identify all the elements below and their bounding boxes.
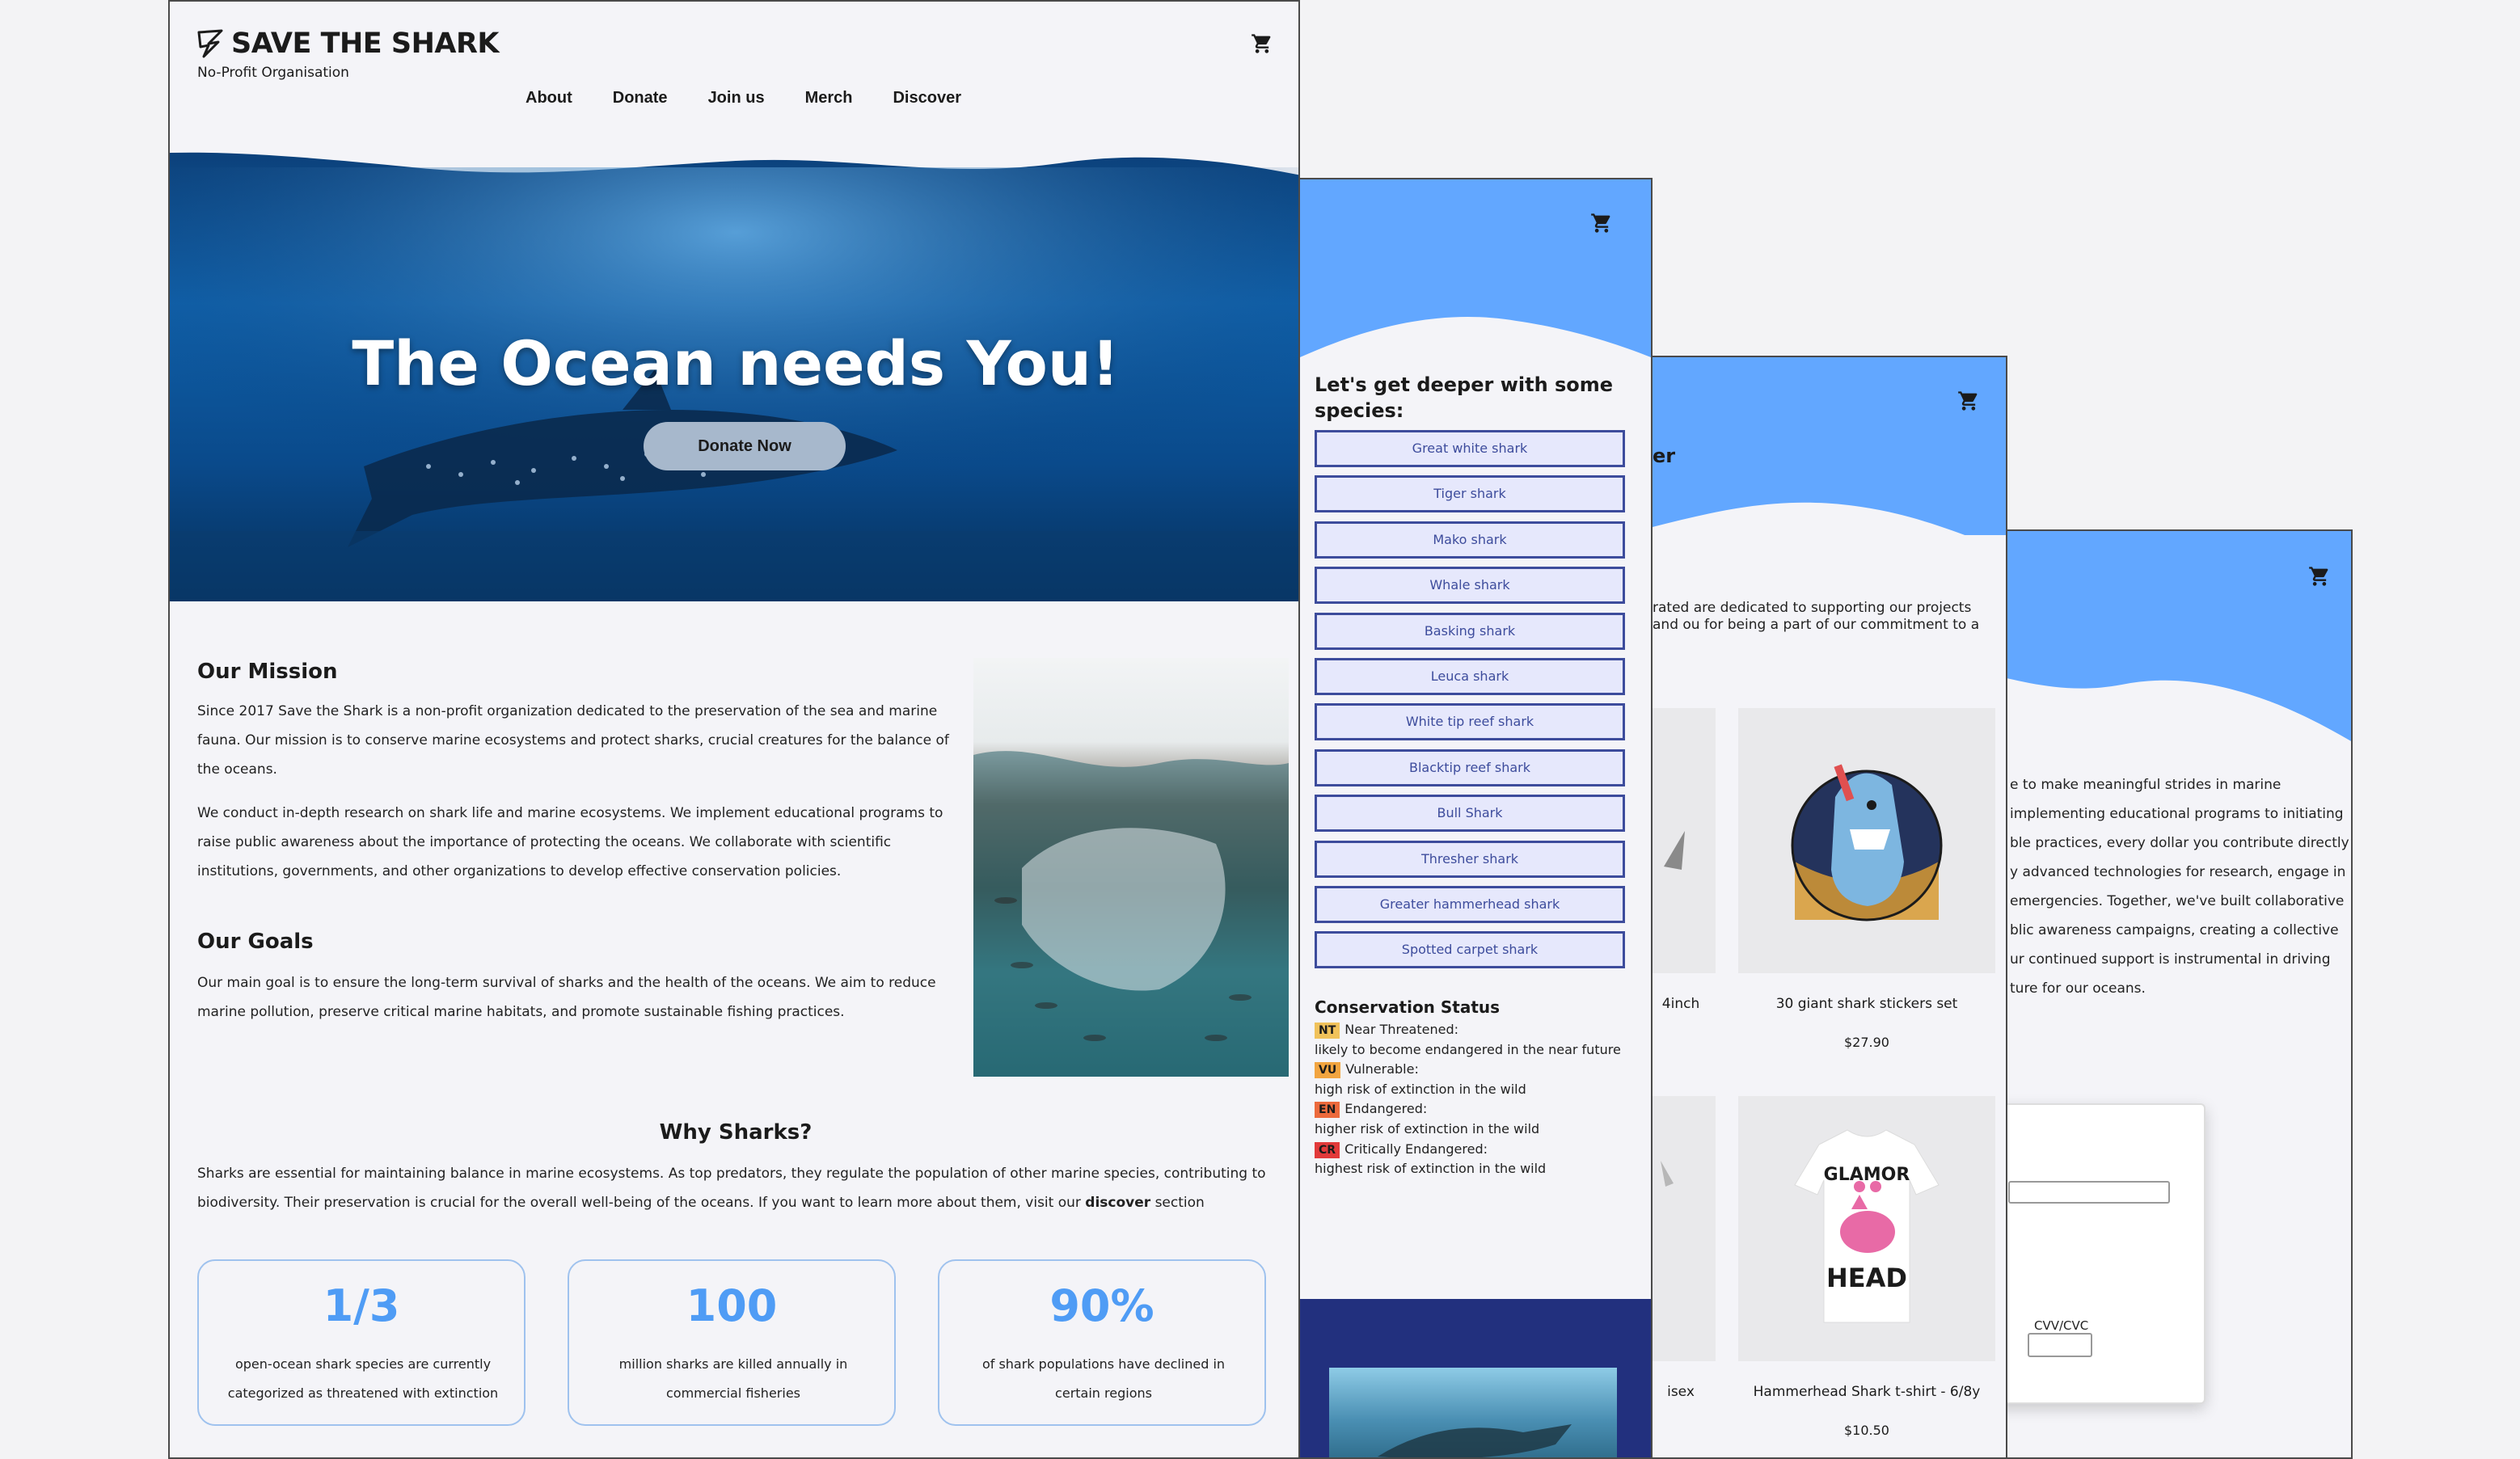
species-button[interactable]: Spotted carpet shark: [1315, 931, 1625, 969]
logo[interactable]: SAVE THE SHARK: [197, 27, 500, 60]
donate-body: e to make meaningful strides in marine i…: [2010, 777, 2349, 997]
shark-fin-icon: [1664, 831, 1685, 870]
status-name: Near Threatened:: [1344, 1022, 1458, 1037]
species-button[interactable]: Greater hammerhead shark: [1315, 885, 1625, 923]
nav-about[interactable]: About: [526, 89, 572, 108]
mission-paragraph-2: We conduct in-depth research on shark li…: [197, 805, 943, 879]
nav-discover[interactable]: Discover: [893, 89, 961, 108]
species-button[interactable]: Bull Shark: [1315, 795, 1625, 833]
stat-value: 90%: [1049, 1280, 1154, 1331]
species-button[interactable]: Basking shark: [1315, 612, 1625, 650]
species-button[interactable]: Whale shark: [1315, 567, 1625, 605]
cart-icon[interactable]: [1588, 212, 1615, 234]
shark-silhouette-icon: [1378, 1424, 1572, 1457]
merch-window: er rated are dedicated to supporting our…: [1651, 356, 2007, 1459]
wave-divider: [1653, 502, 2006, 567]
product-image[interactable]: [1653, 708, 1716, 973]
donate-window: r e to make meaningful strides in marine…: [1960, 529, 2353, 1459]
product-image[interactable]: [1653, 1096, 1716, 1361]
shark-sticker-icon: [1791, 764, 1943, 921]
species-heading: Let's get deeper with some species:: [1315, 373, 1614, 422]
discover-window: Let's get deeper with some species: Grea…: [1298, 178, 1653, 1459]
status-desc: highest risk of extinction in the wild: [1315, 1161, 1547, 1177]
species-button[interactable]: Leuca shark: [1315, 657, 1625, 695]
species-button[interactable]: Blacktip reef shark: [1315, 748, 1625, 786]
card-number-input[interactable]: [2008, 1181, 2170, 1204]
why-sharks-paragraph: Sharks are essential for maintaining bal…: [197, 1159, 1297, 1217]
species-button[interactable]: White tip reef shark: [1315, 703, 1625, 741]
product-image[interactable]: [1738, 708, 1995, 973]
stat-card: 1/3 open-ocean shark species are current…: [197, 1259, 526, 1426]
tshirt-icon: [1661, 1161, 1674, 1187]
tshirt-text-bottom: HEAD: [1826, 1263, 1907, 1293]
goals-title: Our Goals: [197, 930, 314, 954]
stat-card: 100 million sharks are killed annually i…: [568, 1259, 896, 1426]
tshirt-text-top: GLAMOR: [1824, 1165, 1910, 1185]
product-name[interactable]: Hammerhead Shark t-shirt - 6/8y: [1738, 1384, 1995, 1400]
product-name[interactable]: isex: [1653, 1384, 1725, 1400]
hero-title: The Ocean needs You!: [352, 327, 1120, 399]
species-button[interactable]: Great white shark: [1315, 430, 1625, 467]
product-price: $10.50: [1844, 1423, 1889, 1438]
donate-now-button[interactable]: Donate Now: [644, 422, 846, 470]
status-badge-cr: CR: [1315, 1141, 1340, 1158]
status-desc: higher risk of extinction in the wild: [1315, 1120, 1540, 1136]
mission-title: Our Mission: [197, 660, 338, 684]
stat-card: 90% of shark populations have declined i…: [938, 1259, 1266, 1426]
stat-description: million sharks are killed annually in co…: [618, 1356, 848, 1401]
mission-paragraph-1: Since 2017 Save the Shark is a non-profi…: [197, 703, 949, 778]
stat-description: open-ocean shark species are currently c…: [227, 1356, 499, 1401]
hero-banner: The Ocean needs You! Donate Now: [170, 143, 1298, 601]
why-text-end: section: [1150, 1195, 1205, 1211]
product-name[interactable]: 30 giant shark stickers set: [1738, 996, 1995, 1012]
discover-link[interactable]: discover: [1085, 1195, 1150, 1211]
cart-icon[interactable]: [1955, 390, 1982, 412]
main-nav: About Donate Join us Merch Discover: [526, 89, 961, 108]
product-image[interactable]: GLAMOR HEAD: [1738, 1096, 1995, 1361]
status-name: Critically Endangered:: [1344, 1141, 1488, 1157]
product-price: $27.90: [1844, 1035, 1889, 1050]
nav-donate[interactable]: Donate: [613, 89, 668, 108]
status-name: Endangered:: [1344, 1101, 1428, 1117]
plastic-bag-image: [973, 751, 1289, 1077]
merch-title: er: [1653, 445, 1676, 467]
ocean-pollution-photo: [973, 658, 1289, 1077]
conservation-legend: NT Near Threatened: likely to become enda…: [1315, 1020, 1646, 1179]
stat-value: 1/3: [323, 1280, 400, 1331]
species-button[interactable]: Mako shark: [1315, 521, 1625, 559]
cvv-label: CVV/CVC: [2034, 1318, 2089, 1333]
logo-text: SAVE THE SHARK: [231, 27, 500, 60]
stat-value: 100: [686, 1280, 778, 1331]
cvv-input[interactable]: [2028, 1333, 2092, 1357]
why-sharks-title: Why Sharks?: [659, 1120, 813, 1145]
nav-join-us[interactable]: Join us: [708, 89, 765, 108]
shark-logo-icon: [197, 29, 223, 58]
stat-description: of shark populations have declined in ce…: [981, 1356, 1226, 1401]
status-badge-vu: VU: [1315, 1062, 1341, 1079]
species-list: Great white shark Tiger shark Mako shark…: [1315, 430, 1625, 977]
status-desc: likely to become endangered in the near …: [1315, 1041, 1621, 1057]
goals-paragraph: Our main goal is to ensure the long-term…: [197, 975, 936, 1020]
logo-subtitle: No-Profit Organisation: [197, 65, 349, 81]
species-button[interactable]: Thresher shark: [1315, 840, 1625, 878]
cart-icon[interactable]: [2306, 565, 2333, 588]
status-name: Vulnerable:: [1345, 1061, 1419, 1077]
cart-icon[interactable]: [1248, 32, 1276, 55]
tshirt-icon: GLAMOR HEAD: [1794, 1129, 1940, 1323]
home-window: SAVE THE SHARK No-Profit Organisation Ab…: [168, 0, 1300, 1459]
shark-photo: [1329, 1368, 1617, 1457]
product-name[interactable]: 4inch: [1653, 996, 1725, 1012]
status-badge-en: EN: [1315, 1102, 1340, 1119]
wave-divider: [1961, 652, 2351, 741]
nav-merch[interactable]: Merch: [805, 89, 853, 108]
status-desc: high risk of extinction in the wild: [1315, 1081, 1526, 1097]
species-button[interactable]: Tiger shark: [1315, 475, 1625, 513]
conservation-title: Conservation Status: [1315, 997, 1501, 1017]
merch-intro: rated are dedicated to supporting our pr…: [1653, 600, 1980, 633]
status-badge-nt: NT: [1315, 1023, 1340, 1039]
